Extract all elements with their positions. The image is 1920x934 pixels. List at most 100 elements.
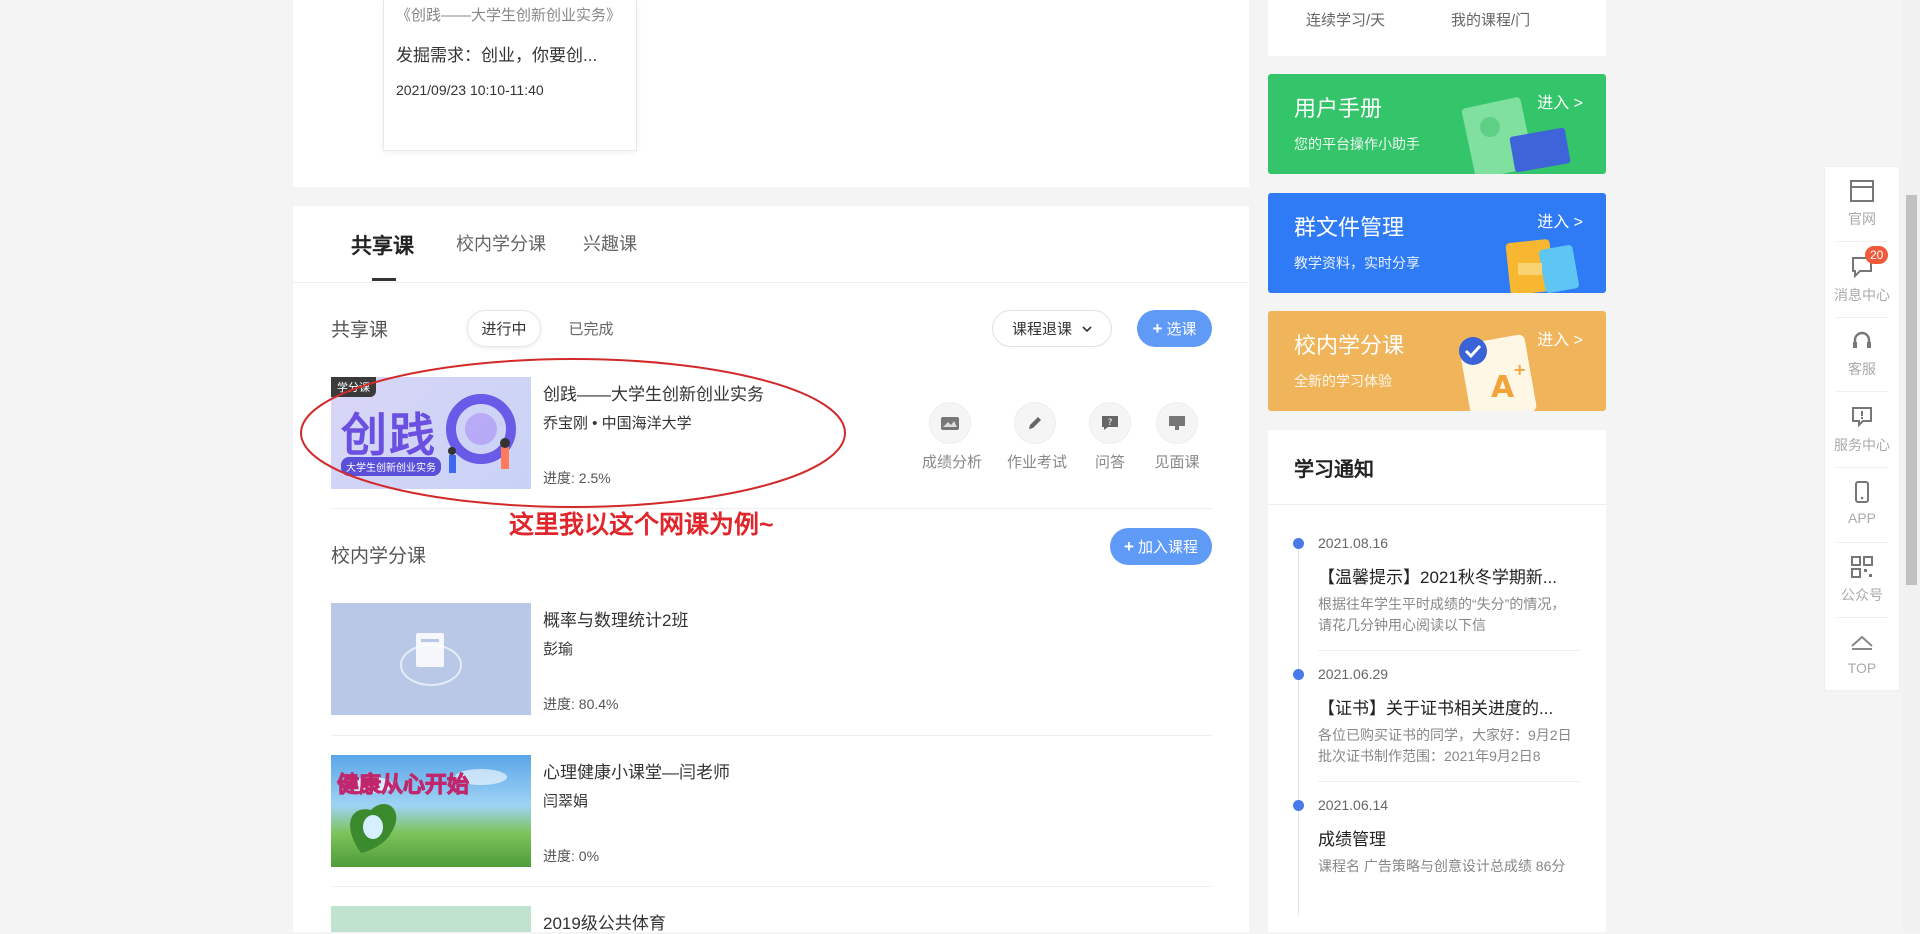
- filter-completed[interactable]: 已完成: [556, 310, 626, 347]
- notice-date: 2021.06.14: [1318, 797, 1389, 813]
- message-count-badge: 20: [1865, 246, 1889, 264]
- sidebar-divider: [1836, 467, 1888, 468]
- course-drop-dropdown[interactable]: 课程退课: [992, 310, 1112, 347]
- question-bubble-icon: ?: [1089, 402, 1131, 444]
- action-label: 见面课: [1154, 454, 1200, 471]
- sidebar-item-support[interactable]: 客服: [1824, 328, 1900, 379]
- course-teacher: 彭瑜: [543, 641, 574, 658]
- sidebar-item-back-to-top[interactable]: TOP: [1824, 629, 1900, 676]
- plus-icon: +: [1152, 318, 1163, 338]
- notice-body: 各位已购买证书的同学，大家好：9月2日批次证书制作范围：2021年9月2日8: [1318, 727, 1572, 764]
- course-thumbnail[interactable]: [331, 906, 531, 932]
- sidebar-item-service-center[interactable]: 服务中心: [1824, 404, 1900, 455]
- notice-headline[interactable]: 【温馨提示】2021秋冬学期新...: [1318, 563, 1576, 588]
- notice-body: 课程名 广告策略与创意设计总成绩 86分: [1318, 858, 1566, 874]
- sidebar-divider: [1836, 617, 1888, 618]
- join-course-button[interactable]: + 加入课程: [1110, 528, 1212, 565]
- action-qa[interactable]: ? 问答: [1082, 402, 1138, 472]
- live-course-desc: 发掘需求：创业，你要创...: [396, 46, 598, 65]
- course-name[interactable]: 概率与数理统计2班: [543, 606, 688, 631]
- course-thumbnail[interactable]: [331, 603, 531, 715]
- pencil-icon: [1014, 402, 1056, 444]
- sidebar-divider: [1836, 542, 1888, 543]
- sidebar-item-app[interactable]: APP: [1824, 479, 1900, 526]
- folder-illustration-icon: [1505, 239, 1579, 293]
- stats-card: 连续学习/天 我的课程/门: [1268, 0, 1606, 56]
- select-course-button[interactable]: + 选课: [1137, 310, 1212, 347]
- tab-campus-credit[interactable]: 校内学分课: [456, 230, 546, 256]
- notice-title: 学习通知: [1294, 459, 1374, 481]
- dropdown-label: 课程退课: [1011, 321, 1072, 338]
- notice-divider: [1268, 504, 1606, 505]
- course-progress: 进度: 80.4%: [543, 696, 619, 712]
- manual-illustration-icon: [1461, 97, 1571, 174]
- cover-title: 健康从心开始: [336, 773, 470, 799]
- tab-interest[interactable]: 兴趣课: [583, 230, 637, 256]
- stat-streak-label: 连续学习/天: [1306, 12, 1386, 29]
- sidebar-label: APP: [1847, 510, 1876, 526]
- campus-section-title: 校内学分课: [331, 546, 427, 567]
- stat-courses-label: 我的课程/门: [1451, 12, 1531, 29]
- timeline-dot: [1293, 800, 1304, 811]
- sidebar-label: 客服: [1848, 361, 1876, 377]
- row-divider: [331, 886, 1212, 887]
- course-progress: 进度: 0%: [543, 848, 600, 864]
- action-grade-analysis[interactable]: 成绩分析: [922, 402, 983, 472]
- promo-subtitle: 教学资料，实时分享: [1294, 255, 1420, 271]
- promo-subtitle: 您的平台操作小助手: [1294, 136, 1420, 152]
- promo-user-manual[interactable]: 用户手册 您的平台操作小助手 进入 >: [1268, 74, 1606, 174]
- notice-headline[interactable]: 成绩管理: [1318, 825, 1576, 850]
- action-label: 作业考试: [1007, 454, 1068, 471]
- row-divider: [331, 735, 1212, 736]
- action-label: 成绩分析: [922, 454, 983, 471]
- notice-divider: [1318, 781, 1580, 782]
- promo-enter-link[interactable]: 进入 >: [1537, 208, 1583, 232]
- course-thumbnail[interactable]: 健康从心开始: [331, 755, 531, 867]
- tab-underline: [372, 278, 396, 281]
- sidebar-label: 公众号: [1841, 587, 1883, 603]
- course-teacher: 闫翠娟: [543, 793, 589, 810]
- service-icon: [1849, 404, 1875, 430]
- course-tabs: 共享课 校内学分课 兴趣课: [293, 206, 1249, 283]
- live-course-time: 2021/09/23 10:10-11:40: [396, 82, 544, 98]
- promo-title: 用户手册: [1294, 96, 1383, 121]
- promo-group-files[interactable]: 群文件管理 教学资料，实时分享 进入 >: [1268, 193, 1606, 293]
- notice-timeline: [1298, 540, 1299, 915]
- filter-in-progress[interactable]: 进行中: [467, 310, 541, 347]
- notice-body: 根据往年学生平时成绩的“失分”的情况，请花几分钟用心阅读以下信: [1318, 596, 1566, 633]
- timeline-dot: [1293, 538, 1304, 549]
- course-name[interactable]: 2019级公共体育: [543, 909, 666, 934]
- sidebar-label: TOP: [1847, 660, 1877, 676]
- timeline-dot: [1293, 669, 1304, 680]
- svg-text:A: A: [1491, 370, 1515, 405]
- grade-a-plus-icon: A +: [1459, 334, 1537, 411]
- sidebar-label: 消息中心: [1834, 287, 1890, 303]
- course-name[interactable]: 心理健康小课堂—闫老师: [543, 758, 730, 783]
- sidebar-item-website[interactable]: 官网: [1824, 178, 1900, 229]
- promo-campus-credit[interactable]: 校内学分课 全新的学习体验 进入 > A +: [1268, 311, 1606, 411]
- svg-text:+: +: [1513, 360, 1526, 379]
- sidebar-item-wechat-account[interactable]: 公众号: [1824, 554, 1900, 605]
- headset-icon: [1849, 328, 1875, 354]
- sidebar-divider: [1836, 317, 1888, 318]
- notice-headline[interactable]: 【证书】关于证书相关进度的...: [1318, 694, 1576, 719]
- live-course-title: 《创践——大学生创新创业实务》: [396, 7, 622, 24]
- tab-shared[interactable]: 共享课: [351, 230, 414, 260]
- live-course-card[interactable]: 《创践——大学生创新创业实务》 发掘需求：创业，你要创... 2021/09/2…: [383, 0, 637, 151]
- browser-icon: [1849, 178, 1875, 204]
- action-meeting-class[interactable]: 见面课: [1149, 402, 1205, 472]
- notice-divider: [1318, 650, 1580, 651]
- chevron-down-icon: [1082, 320, 1092, 337]
- join-course-label: 加入课程: [1137, 539, 1198, 556]
- svg-text:?: ?: [1108, 418, 1113, 428]
- presentation-icon: [1156, 402, 1198, 444]
- sidebar-item-messages[interactable]: 20 消息中心: [1824, 246, 1900, 305]
- sidebar-label: 服务中心: [1834, 437, 1890, 453]
- promo-subtitle: 全新的学习体验: [1294, 373, 1392, 389]
- scrollbar-thumb[interactable]: [1906, 195, 1917, 585]
- promo-title: 群文件管理: [1294, 215, 1405, 240]
- shared-section-title: 共享课: [331, 320, 389, 341]
- action-homework-exam[interactable]: 作业考试: [1007, 402, 1068, 472]
- sidebar-divider: [1836, 241, 1888, 242]
- promo-title: 校内学分课: [1294, 333, 1405, 358]
